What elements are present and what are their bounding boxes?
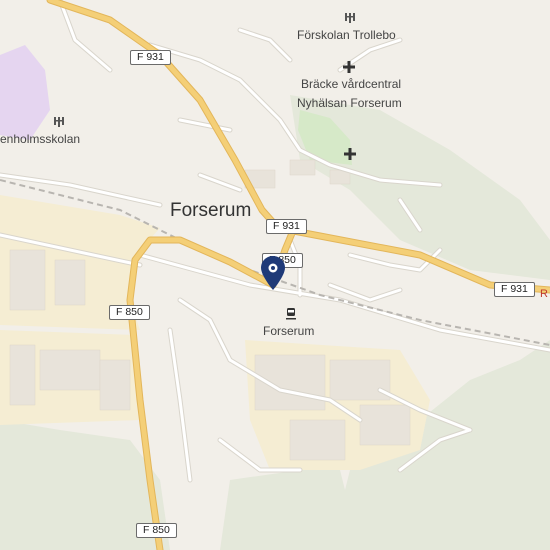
- school-north-label: Förskolan Trollebo: [297, 28, 396, 42]
- location-pin-icon[interactable]: [261, 256, 285, 295]
- road-shield-f931: F 931: [130, 50, 171, 65]
- health-center-label: Bräcke vårdcentral: [301, 77, 402, 91]
- school-icon: [53, 115, 65, 133]
- edge-label: R: [540, 288, 548, 300]
- cross-icon: [344, 147, 356, 165]
- school-icon: [344, 11, 356, 29]
- road-shield-f850: F 850: [109, 305, 150, 320]
- school-west-label: enholmsskolan: [0, 132, 81, 146]
- forest-area-southeast: [220, 470, 360, 550]
- station-label: Forserum: [263, 324, 315, 338]
- cross-icon: [343, 60, 355, 78]
- road-shield-f931: F 931: [266, 219, 307, 234]
- school-area: [0, 45, 50, 140]
- map-view[interactable]: Forserum Förskolan Trollebo Bräcke vårdc…: [0, 0, 550, 550]
- road-shield-f850: F 850: [136, 523, 177, 538]
- train-icon: [285, 307, 297, 325]
- clinic-label: Nyhälsan Forserum: [297, 96, 402, 110]
- town-label: Forserum: [170, 200, 252, 221]
- road-shield-f931: F 931: [494, 282, 535, 297]
